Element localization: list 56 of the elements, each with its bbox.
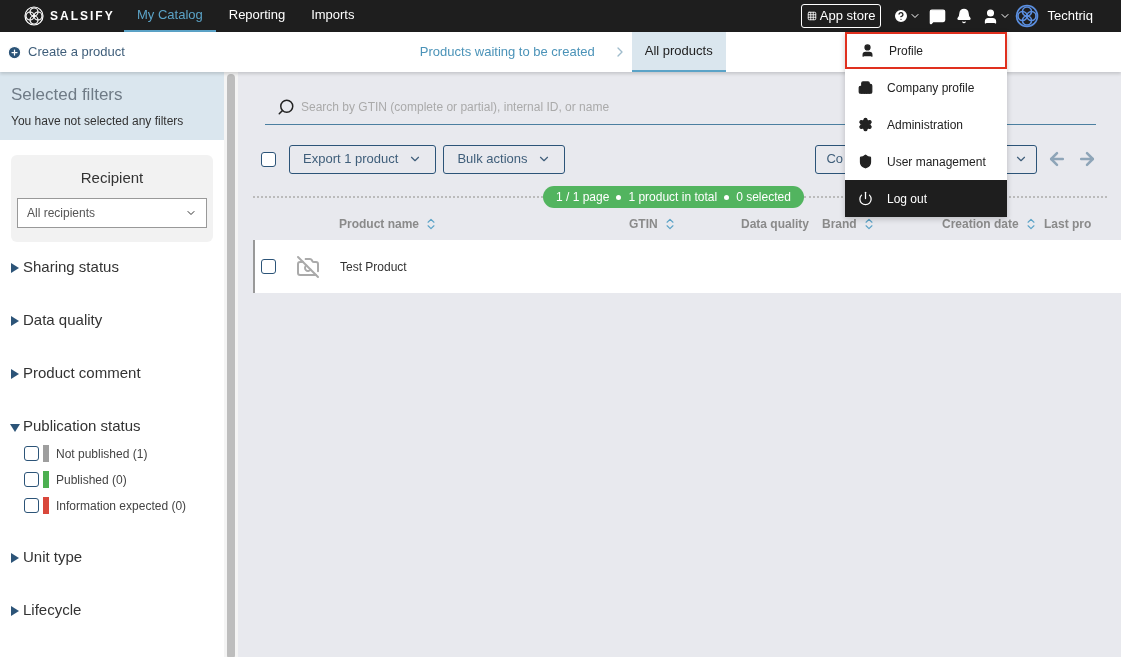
logout-icon <box>858 191 873 206</box>
summary-text: 1 product in total <box>628 189 718 206</box>
row-checkbox[interactable] <box>261 259 276 274</box>
toolbar-button[interactable]: Bulk actions <box>443 144 566 174</box>
account-name: Techtriq <box>1047 7 1093 26</box>
summary-text: 0 selected <box>736 189 791 206</box>
filter-section-toggle[interactable]: Publication status <box>10 416 214 437</box>
create-product-link[interactable]: Create a product <box>7 42 125 62</box>
account-logo-icon <box>1015 4 1040 28</box>
filter-section-toggle[interactable]: Unit type <box>10 547 214 568</box>
triangle-icon <box>10 368 20 379</box>
user-icon[interactable] <box>982 7 1012 25</box>
scrollbar[interactable] <box>227 74 235 657</box>
no-image-icon <box>296 254 320 279</box>
selected-filters-note: You have not selected any filters <box>11 112 185 130</box>
filter-option-label: Not published (1) <box>56 445 148 463</box>
filter-option-label: Information expected (0) <box>56 497 187 515</box>
chat-icon[interactable] <box>929 7 947 25</box>
filter-section-toggle[interactable]: Data quality <box>10 310 214 331</box>
product-name-cell-text: Test Product <box>340 258 407 276</box>
filter-checkbox[interactable] <box>24 498 39 513</box>
menu-item[interactable]: User management <box>845 143 1007 180</box>
filter-option-label: Published (0) <box>56 471 127 489</box>
filter-checkbox[interactable] <box>24 472 39 487</box>
nav-tab[interactable]: Imports <box>298 0 368 32</box>
triangle-icon <box>10 315 20 326</box>
select-all-checkbox[interactable] <box>261 151 276 167</box>
plus-icon <box>7 44 22 60</box>
filter-section-toggle[interactable]: Lifecycle <box>10 600 214 621</box>
logo-icon <box>24 6 44 26</box>
table-row[interactable]: Test Product <box>253 240 1121 293</box>
selected-filters-title: Selected filters <box>11 84 124 106</box>
app-store-button[interactable]: App store <box>800 4 882 28</box>
recipient-value: All recipients <box>27 204 96 222</box>
filter-checkbox[interactable] <box>24 446 39 461</box>
help-icon[interactable] <box>893 8 922 24</box>
filter-section-toggle[interactable]: Product comment <box>10 363 214 384</box>
menu-item[interactable]: Log out <box>845 180 1007 217</box>
grid-icon <box>806 11 817 21</box>
menu-item[interactable]: Profile <box>845 32 1007 69</box>
profile-icon <box>860 43 875 58</box>
triangle-icon <box>10 605 20 616</box>
nav-tab[interactable]: Reporting <box>215 0 299 32</box>
triangle-icon <box>10 262 20 273</box>
triangle-icon <box>10 552 20 563</box>
triangle-icon <box>10 421 20 432</box>
breadcrumb-tab[interactable]: Products waiting to be created <box>406 32 608 72</box>
logo-text: SALSIFY <box>50 8 115 25</box>
filter-section-toggle[interactable]: Sharing status <box>10 257 214 278</box>
breadcrumb-tab[interactable]: All products <box>631 32 726 72</box>
search-icon <box>277 98 295 116</box>
recipient-select[interactable]: All recipients <box>17 197 207 228</box>
bell-icon[interactable] <box>956 8 973 24</box>
toolbar-button[interactable]: Export 1 product <box>289 144 437 174</box>
summary-text: 1 / 1 page <box>556 189 610 206</box>
recipient-label: Recipient <box>80 168 144 188</box>
